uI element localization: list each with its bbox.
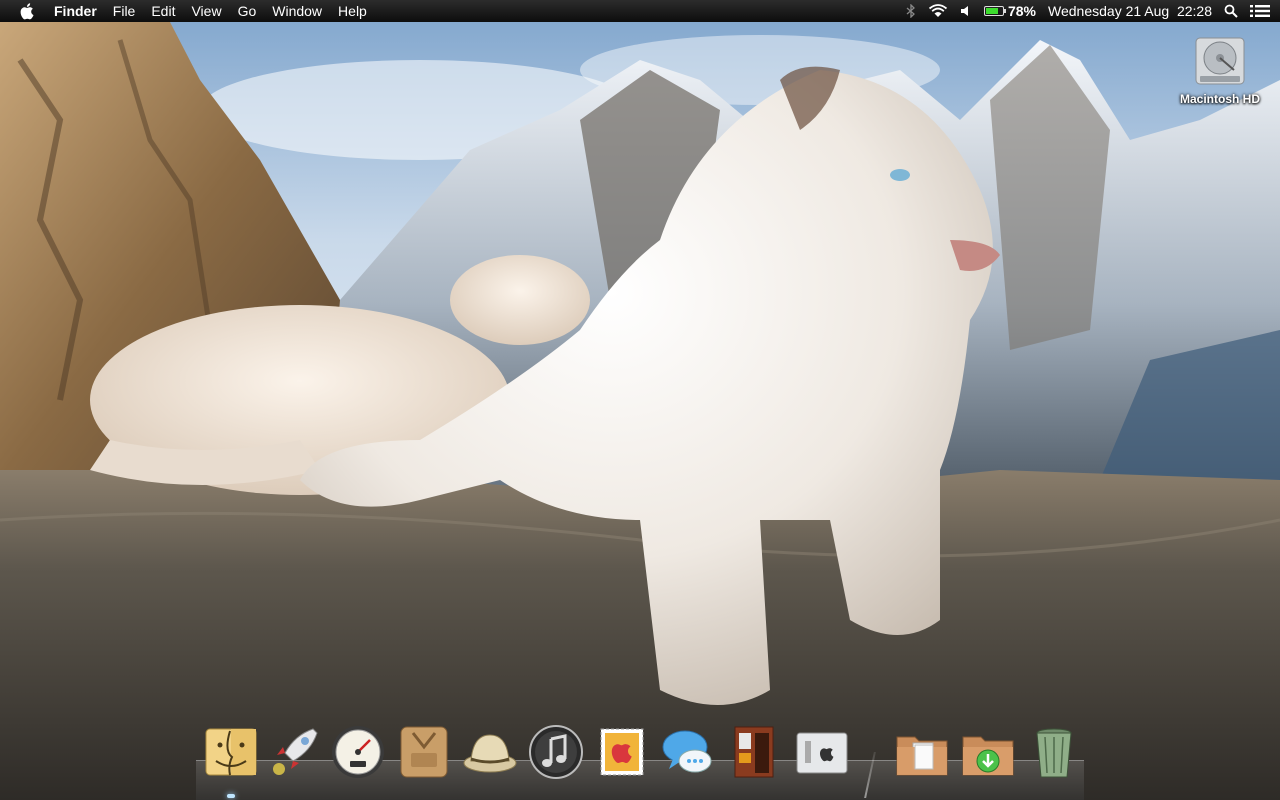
dock-item-trash[interactable] <box>1024 722 1084 782</box>
menu-edit[interactable]: Edit <box>143 0 183 22</box>
app-store-icon <box>400 726 448 778</box>
clock[interactable]: Wednesday 21 Aug 22:28 <box>1048 0 1212 22</box>
battery-status[interactable]: 78% <box>983 0 1037 22</box>
downloads-folder-icon <box>962 736 1014 776</box>
dock-item-documents[interactable] <box>892 722 952 782</box>
trash-icon <box>1036 728 1072 778</box>
notification-center-icon <box>1250 5 1270 17</box>
volume-icon <box>960 6 968 16</box>
menu-view[interactable]: View <box>183 0 229 22</box>
clock-text: Wednesday 21 Aug 22:28 <box>1048 3 1212 19</box>
desktop-icon-label: Macintosh HD <box>1179 92 1260 106</box>
menu-bar-status: 78% Wednesday 21 Aug 22:28 <box>894 0 1280 22</box>
hard-drive-icon <box>1195 37 1245 85</box>
menu-file[interactable]: File <box>105 0 144 22</box>
wifi-status[interactable] <box>928 0 948 22</box>
bluetooth-status[interactable] <box>906 0 916 22</box>
dock-item-dashboard[interactable] <box>328 722 388 782</box>
dock-item-itunes[interactable] <box>526 722 586 782</box>
photo-booth-icon <box>734 726 774 778</box>
wifi-icon <box>928 4 948 17</box>
battery-percent: 78% <box>1007 3 1037 19</box>
desktop-icon-macintosh-hd[interactable]: Macintosh HD <box>1174 34 1266 106</box>
desktop-wallpaper <box>0 0 1280 800</box>
apple-icon <box>20 3 34 20</box>
finder-icon <box>205 728 257 776</box>
menu-bar-left: Finder File Edit View Go Window Help <box>0 0 375 22</box>
dashboard-icon <box>332 726 384 778</box>
dock-item-downloads[interactable] <box>958 722 1018 782</box>
launchpad-icon <box>273 728 318 775</box>
wallpaper-artwork <box>0 0 1280 800</box>
messages-icon <box>662 730 712 773</box>
dock-item-safari[interactable] <box>460 722 520 782</box>
apple-menu[interactable] <box>20 2 36 20</box>
safari-icon <box>463 734 517 773</box>
menu-help[interactable]: Help <box>330 0 375 22</box>
itunes-icon <box>529 725 583 779</box>
battery-fill <box>985 8 999 14</box>
system-preferences-icon <box>796 732 848 774</box>
battery-icon <box>983 6 1006 16</box>
dock-item-launchpad[interactable] <box>264 722 324 782</box>
spotlight-button[interactable] <box>1224 0 1238 22</box>
dock-item-app-store[interactable] <box>394 722 454 782</box>
running-indicator-finder <box>227 794 235 798</box>
documents-folder-icon <box>896 736 948 776</box>
spotlight-icon <box>1224 4 1238 18</box>
bluetooth-icon <box>906 4 915 18</box>
menu-bar: Finder File Edit View Go Window Help 78%… <box>0 0 1280 22</box>
dock <box>196 716 1084 800</box>
dock-item-finder[interactable] <box>201 722 261 782</box>
dock-item-photo-booth[interactable] <box>724 722 784 782</box>
dock-item-system-preferences[interactable] <box>792 722 852 782</box>
dock-item-messages[interactable] <box>658 722 718 782</box>
menu-window[interactable]: Window <box>264 0 330 22</box>
notification-center-button[interactable] <box>1250 0 1270 22</box>
mail-icon <box>600 728 644 776</box>
dock-item-mail[interactable] <box>592 722 652 782</box>
menu-go[interactable]: Go <box>230 0 265 22</box>
menu-app-name[interactable]: Finder <box>54 0 105 22</box>
volume-status[interactable] <box>960 0 972 22</box>
